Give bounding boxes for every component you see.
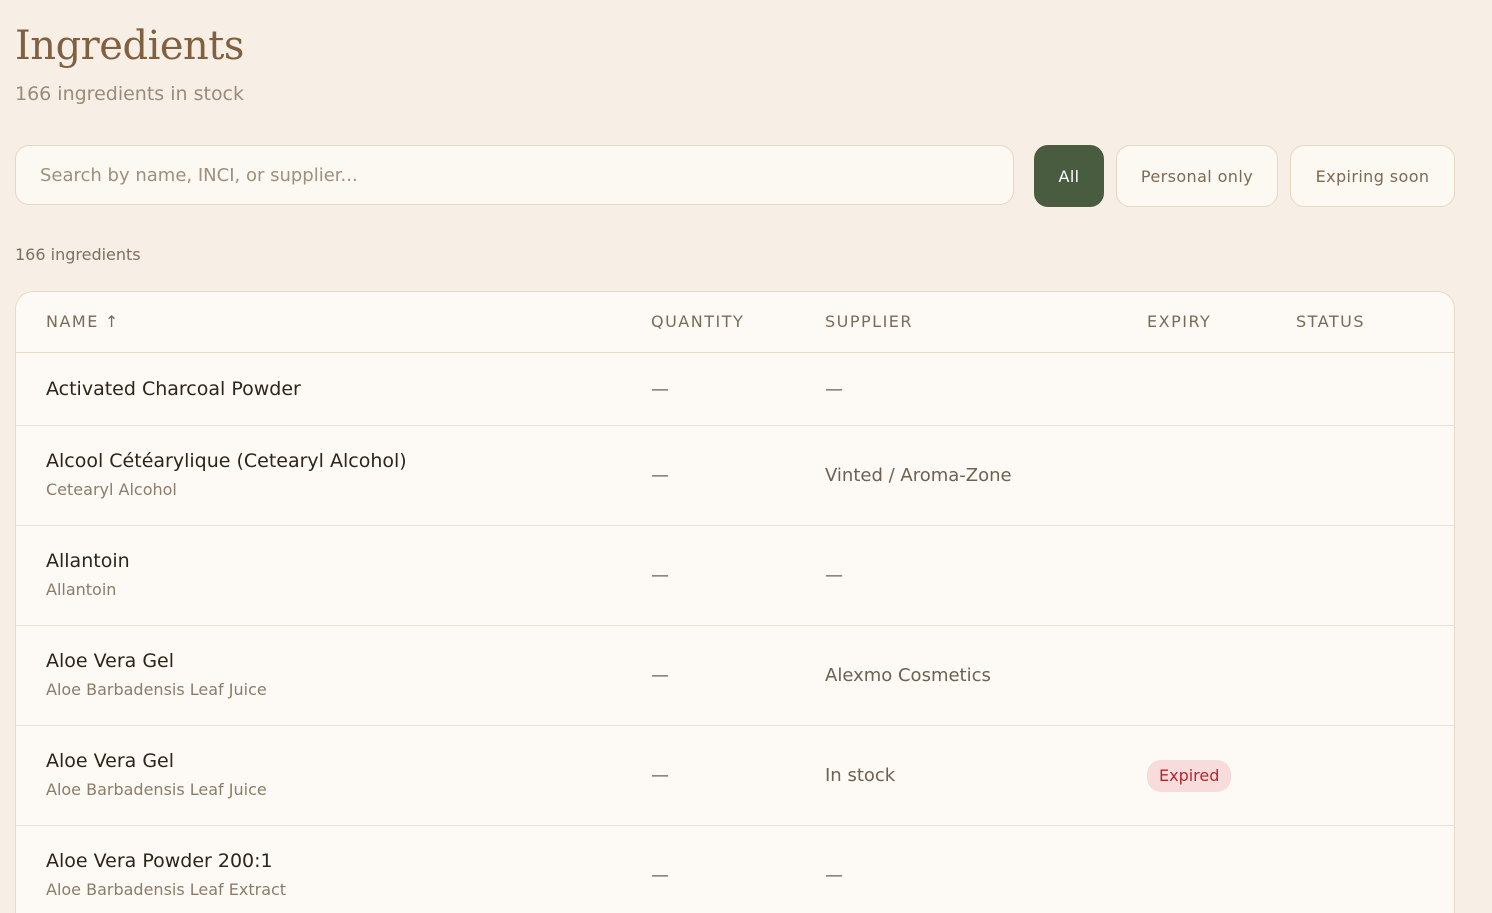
ingredient-name: Activated Charcoal Powder <box>46 378 301 400</box>
ingredient-name: Aloe Vera Gel <box>46 750 175 772</box>
expiry-cell: Expired <box>1147 726 1232 825</box>
ingredient-inci: Aloe Barbadensis Leaf Extract <box>46 880 287 899</box>
ingredient-name-cell: Aloe Vera Powder 200:1 Aloe Barbadensis … <box>46 848 286 901</box>
ingredient-name: Aloe Vera Powder 200:1 <box>46 850 273 872</box>
ingredient-name: Allantoin <box>46 550 130 572</box>
column-header-supplier[interactable]: SUPPLIER <box>825 292 913 352</box>
quantity-cell: — <box>651 565 669 586</box>
quantity-cell: — <box>651 765 669 786</box>
table-row[interactable]: Alcool Cétéarylique (Cetearyl Alcohol) C… <box>16 426 1454 526</box>
column-header-status[interactable]: STATUS <box>1296 292 1365 352</box>
supplier-cell: In stock <box>825 765 896 786</box>
quantity-cell: — <box>651 665 669 686</box>
ingredient-inci: Allantoin <box>46 580 117 599</box>
column-header-quantity[interactable]: QUANTITY <box>651 292 744 352</box>
page-title: Ingredients <box>15 23 244 69</box>
filter-personal-only-button[interactable]: Personal only <box>1116 145 1278 207</box>
ingredient-name-cell: Aloe Vera Gel Aloe Barbadensis Leaf Juic… <box>46 748 267 801</box>
ingredient-name: Alcool Cétéarylique (Cetearyl Alcohol) <box>46 450 407 472</box>
table-row[interactable]: Allantoin Allantoin — — <box>16 526 1454 626</box>
ingredient-count: 166 ingredients <box>15 245 141 264</box>
supplier-cell: — <box>825 865 843 886</box>
ingredients-page: Ingredients 166 ingredients in stock All… <box>0 0 1492 913</box>
ingredient-name-cell: Alcool Cétéarylique (Cetearyl Alcohol) C… <box>46 448 407 501</box>
table-row[interactable]: Aloe Vera Gel Aloe Barbadensis Leaf Juic… <box>16 726 1454 826</box>
column-header-expiry[interactable]: EXPIRY <box>1147 292 1211 352</box>
column-header-name-label: NAME <box>46 312 99 331</box>
quantity-cell: — <box>651 378 669 400</box>
quantity-cell: — <box>651 465 669 486</box>
search-input[interactable] <box>15 145 1014 205</box>
sort-ascending-icon: ↑ <box>104 312 120 331</box>
ingredient-inci: Cetearyl Alcohol <box>46 480 177 499</box>
ingredient-inci: Aloe Barbadensis Leaf Juice <box>46 680 267 699</box>
ingredients-table: NAME ↑ QUANTITY SUPPLIER EXPIRY STATUS Ac… <box>15 291 1455 913</box>
supplier-cell: Alexmo Cosmetics <box>825 665 991 686</box>
filter-all-button[interactable]: All <box>1034 145 1104 207</box>
ingredient-name-cell: Aloe Vera Gel Aloe Barbadensis Leaf Juic… <box>46 648 267 701</box>
supplier-cell: — <box>825 565 843 586</box>
ingredient-name-cell: Activated Charcoal Powder <box>46 376 301 402</box>
table-header: NAME ↑ QUANTITY SUPPLIER EXPIRY STATUS <box>16 292 1454 353</box>
quantity-cell: — <box>651 865 669 886</box>
ingredient-inci: Aloe Barbadensis Leaf Juice <box>46 780 267 799</box>
ingredient-name: Aloe Vera Gel <box>46 650 175 672</box>
page-subtitle: 166 ingredients in stock <box>15 83 245 105</box>
supplier-cell: Vinted / Aroma-Zone <box>825 465 1012 486</box>
ingredient-name-cell: Allantoin Allantoin <box>46 548 130 601</box>
supplier-cell: — <box>825 378 843 400</box>
column-header-name[interactable]: NAME ↑ <box>46 292 120 352</box>
expired-badge: Expired <box>1147 759 1232 792</box>
table-row[interactable]: Aloe Vera Gel Aloe Barbadensis Leaf Juic… <box>16 626 1454 726</box>
table-row[interactable]: Activated Charcoal Powder — — <box>16 353 1454 426</box>
table-row[interactable]: Aloe Vera Powder 200:1 Aloe Barbadensis … <box>16 826 1454 913</box>
filter-expiring-soon-button[interactable]: Expiring soon <box>1290 145 1455 207</box>
